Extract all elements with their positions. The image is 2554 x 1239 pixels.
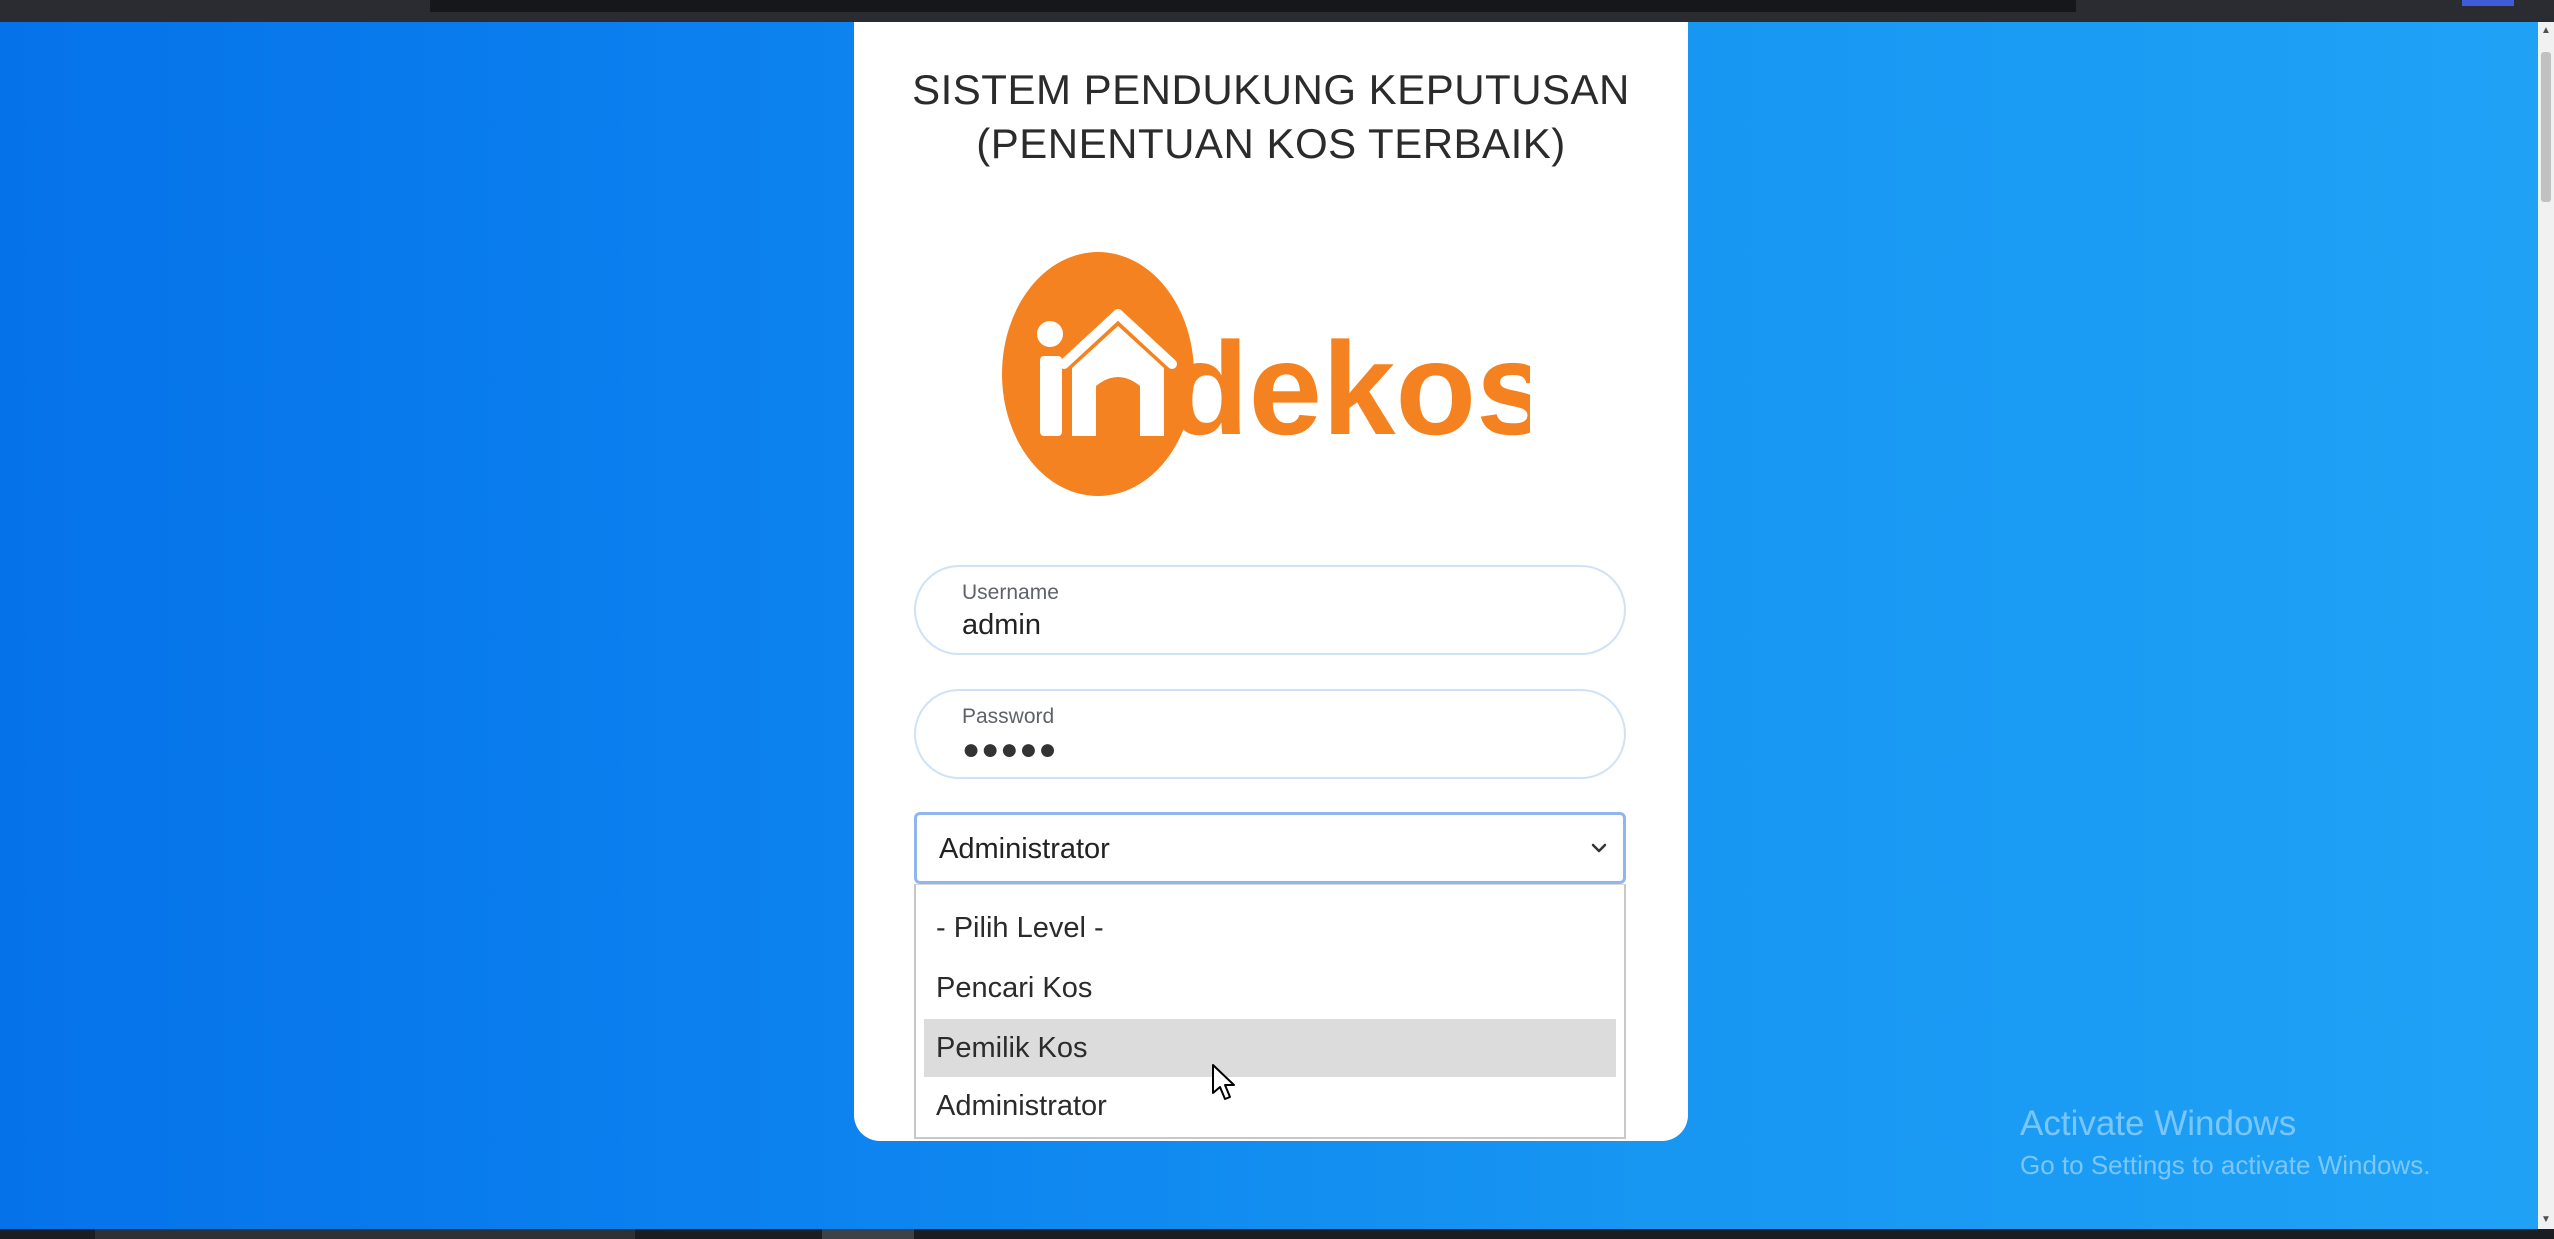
watermark-line2: Go to Settings to activate Windows. [2020,1150,2431,1180]
indekos-logo: dekos [1002,252,1530,496]
level-option-pencari-kos[interactable]: Pencari Kos [924,959,1616,1017]
vertical-scrollbar[interactable]: ▲ ▼ [2538,22,2554,1229]
level-option-pemilik-kos[interactable]: Pemilik Kos [924,1019,1616,1077]
level-option-administrator[interactable]: Administrator [924,1077,1616,1135]
page-title-line1: SISTEM PENDUKUNG KEPUTUSAN [912,66,1630,113]
username-field[interactable]: Username admin [914,565,1626,655]
level-dropdown-list: - Pilih Level - Pencari Kos Pemilik Kos … [914,884,1626,1139]
browser-top-bar [0,0,2554,22]
logo-text: dekos [1168,315,1530,462]
username-label: Username [962,581,1059,604]
mouse-cursor-icon [1212,1064,1235,1100]
username-input[interactable]: admin [962,609,1041,642]
chevron-down-icon [1591,843,1607,853]
top-right-accent [2462,0,2514,6]
level-select-value: Administrator [939,833,1110,865]
scroll-up-arrow-icon[interactable]: ▲ [2538,22,2554,40]
page-title-line2: (PENENTUAN KOS TERBAIK) [976,120,1566,167]
login-card: SISTEM PENDUKUNG KEPUTUSAN (PENENTUAN KO… [854,22,1688,1141]
taskbar-segment-active [822,1229,914,1239]
scrollbar-thumb[interactable] [2541,52,2551,202]
scroll-down-arrow-icon[interactable]: ▼ [2538,1211,2554,1229]
windows-activation-watermark: Activate Windows Go to Settings to activ… [2020,1104,2430,1181]
password-field[interactable]: Password ●●●●● [914,689,1626,779]
password-label: Password [962,705,1055,728]
address-bar-strip [430,0,2076,12]
taskbar-segment [95,1229,635,1239]
watermark-line1: Activate Windows [2020,1104,2297,1143]
taskbar-strip [0,1229,2554,1239]
password-input[interactable]: ●●●●● [962,733,1058,767]
level-select[interactable]: Administrator [914,812,1626,884]
login-page-background: SISTEM PENDUKUNG KEPUTUSAN (PENENTUAN KO… [0,22,2538,1229]
level-option-pilih[interactable]: - Pilih Level - [924,899,1616,957]
